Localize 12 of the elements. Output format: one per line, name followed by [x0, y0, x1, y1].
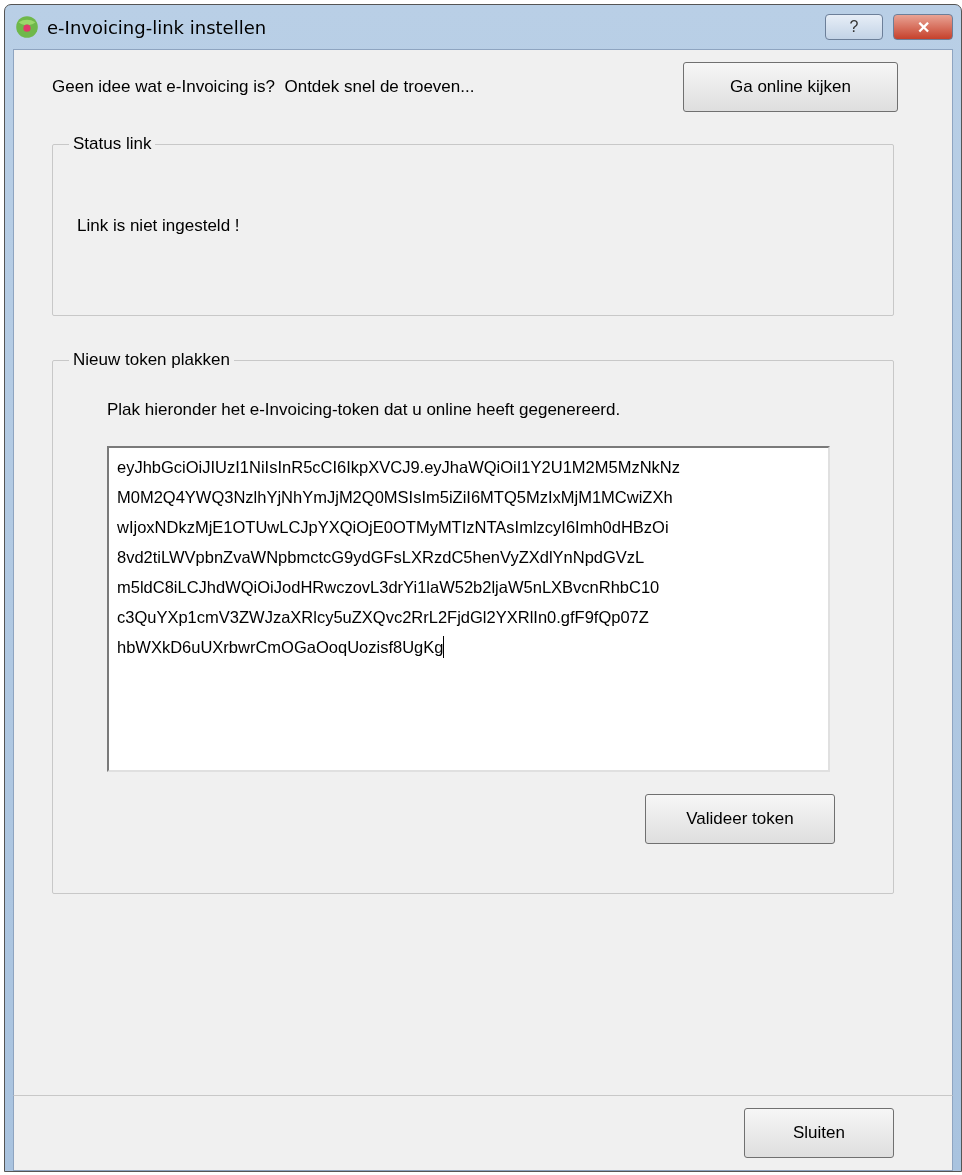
online-button[interactable]: Ga online kijken	[683, 62, 898, 112]
intro-text: Geen idee wat e-Invoicing is? Ontdek snel de troeven...	[52, 77, 475, 97]
group-legend: Status link	[69, 134, 156, 154]
globe-icon	[15, 15, 39, 39]
validate-button[interactable]: Valideer token	[645, 794, 835, 844]
window-title: e-Invoicing-link instellen	[47, 16, 267, 38]
token-field[interactable]: eyJhbGciOiJIUzI1NiIsInR5cCI6IkpXVCJ9.eyJhaWQiOiI1Y2U1M2M5MzNkNz M0M2Q4YWQ3NzlhYjNhYmJjM2Q0MSIsIm5iZiI6MTQ5MzIxMjM1MCwiZXh wIjoxNDkzMjE1OTUwLCJpYXQiOjE0OTMyMTIzNTAsImlzcyI6Imh0dHBzOi 8vd2tiLWVpbnZvaWNpbmctcG9ydGFsLXRzdC5henVyZXdlYnNpdGVzL m5ldC8iLCJhdWQiOiJodHRwczovL3drYi1laW52b2ljaW5nLXBvcnRhbC10 c3QuYXp1cmV3ZWJzaXRlcy5uZXQvc2RrL2FjdGl2YXRlIn0.gfF9fQp07Z hbWXkD6uUXrbwrCmOGaOoqUozisf8UgKg	[107, 446, 830, 772]
close-dialog-button[interactable]: Sluiten	[744, 1108, 894, 1158]
group-legend: Nieuw token plakken	[69, 350, 234, 370]
help-button[interactable]: ?	[825, 14, 883, 40]
status-message: Link is niet ingesteld !	[77, 216, 241, 236]
instruction-text: Plak hieronder het e-Invoicing-token dat u online heeft gegenereerd.	[107, 400, 622, 420]
